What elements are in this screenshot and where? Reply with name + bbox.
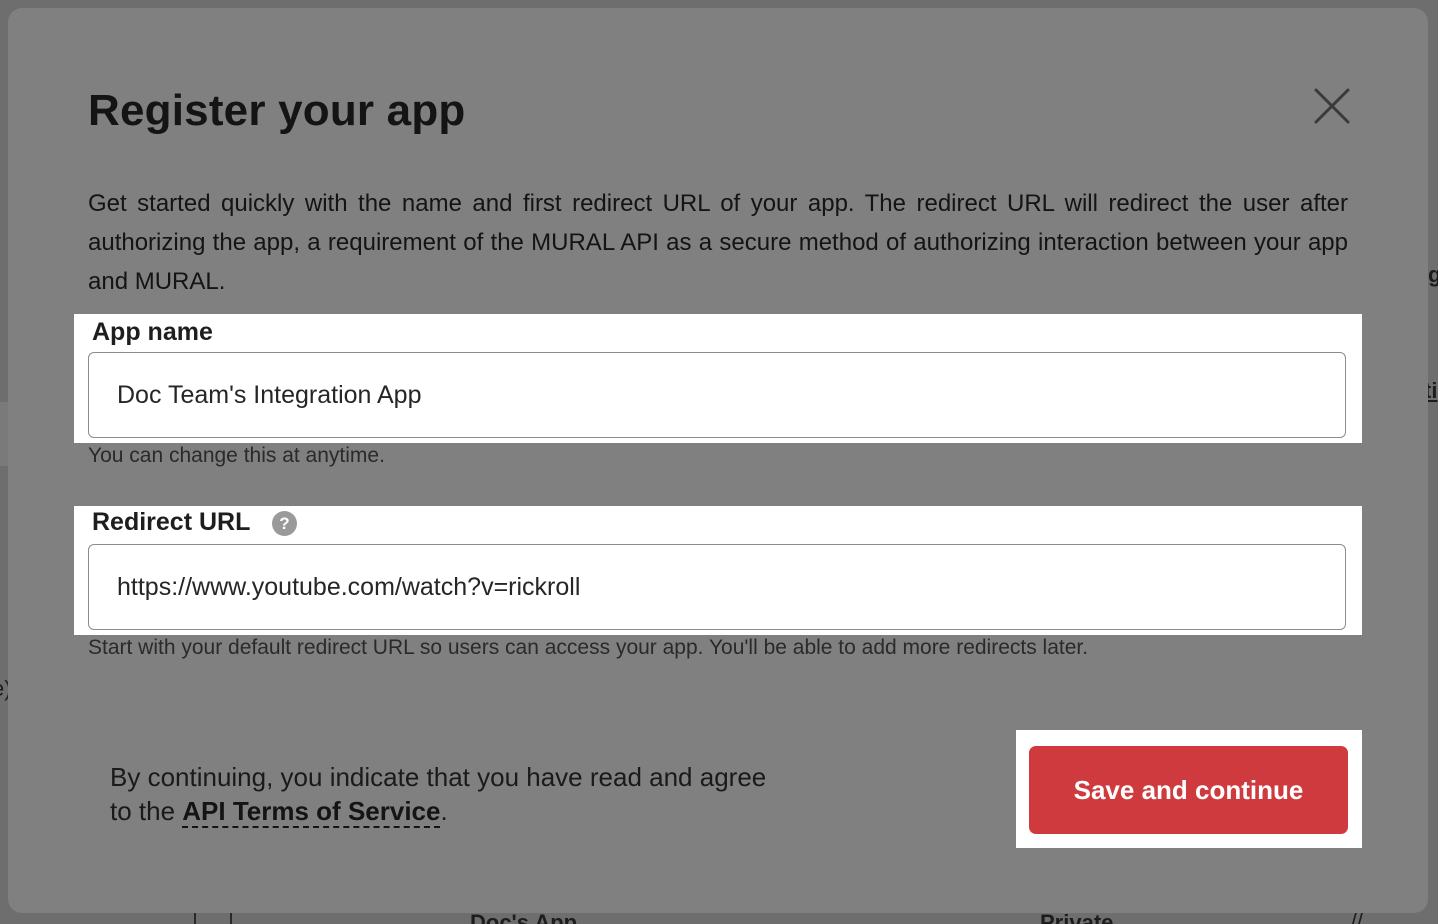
modal-title: Register your app	[88, 86, 466, 135]
redirect-url-hint: Start with your default redirect URL so …	[88, 636, 1089, 659]
modal-description: Get started quickly with the name and fi…	[88, 190, 1348, 295]
close-button[interactable]	[1312, 86, 1352, 126]
redirect-url-input[interactable]	[88, 544, 1346, 630]
redirect-url-label: Redirect URL	[92, 508, 251, 536]
app-name-label: App name	[92, 318, 213, 346]
terms-suffix: .	[440, 796, 448, 826]
background-text-fragment: g	[1428, 262, 1438, 287]
app-name-input[interactable]	[88, 352, 1346, 438]
background-band	[0, 402, 8, 466]
api-terms-link[interactable]: API Terms of Service	[182, 796, 441, 828]
save-and-continue-button[interactable]: Save and continue	[1029, 746, 1348, 834]
question-circle-icon[interactable]: ?	[272, 511, 297, 536]
terms-notice: By continuing, you indicate that you hav…	[110, 760, 790, 828]
app-name-hint: You can change this at anytime.	[88, 444, 385, 467]
close-icon	[1314, 88, 1350, 124]
register-app-modal: Register your app Get started quickly wi…	[8, 8, 1428, 913]
